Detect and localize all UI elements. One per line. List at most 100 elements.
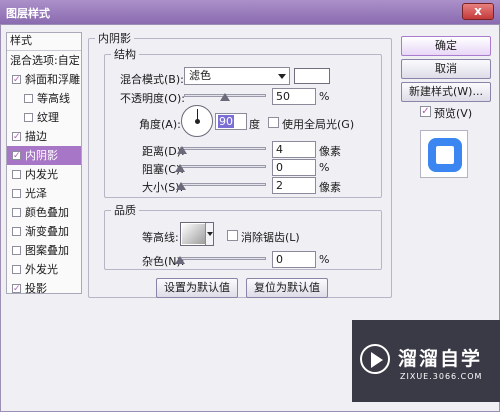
size-slider[interactable] <box>176 181 266 190</box>
antialias-checkbox[interactable] <box>227 230 238 241</box>
style-list-header[interactable]: 样式 <box>7 33 81 51</box>
angle-dial[interactable] <box>181 105 213 137</box>
style-checkbox[interactable] <box>12 265 21 274</box>
angle-unit: 度 <box>249 118 260 131</box>
style-item-drop-shadow[interactable]: ✓ 投影 <box>7 279 81 298</box>
global-light-label: 使用全局光(G) <box>282 118 355 131</box>
preview-shape-inner <box>436 146 454 164</box>
style-item-contour[interactable]: 等高线 <box>7 89 81 108</box>
choke-slider[interactable] <box>175 163 266 172</box>
slider-thumb[interactable] <box>176 182 186 190</box>
choke-unit: % <box>319 161 330 174</box>
play-logo-icon <box>360 344 390 374</box>
style-item-label: 纹理 <box>37 111 59 124</box>
style-item-texture[interactable]: 纹理 <box>7 108 81 127</box>
size-input[interactable]: 2 <box>272 177 316 194</box>
angle-label: 角度(A): <box>139 118 181 131</box>
style-item-blending-options[interactable]: 混合选项:自定 <box>7 51 81 70</box>
opacity-slider[interactable] <box>184 92 266 101</box>
slider-thumb[interactable] <box>177 146 187 154</box>
watermark-url: ZIXUE.3066.COM <box>400 372 483 381</box>
ok-button[interactable]: 确定 <box>401 36 491 56</box>
style-item-label: 内阴影 <box>25 149 58 162</box>
style-item-label: 混合选项:自定 <box>10 54 80 67</box>
title-bar: 图层样式 x <box>0 0 500 24</box>
style-list: 样式 混合选项:自定 ✓ 斜面和浮雕 等高线 纹理 ✓ 描边 ✓ 内阴影 内发光… <box>6 32 82 295</box>
watermark-name: 溜溜自学 <box>398 348 483 370</box>
style-item-satin[interactable]: 光泽 <box>7 184 81 203</box>
style-item-outer-glow[interactable]: 外发光 <box>7 260 81 279</box>
antialias-label: 消除锯齿(L) <box>241 231 300 244</box>
distance-unit: 像素 <box>319 145 341 158</box>
style-checkbox[interactable] <box>12 189 21 198</box>
chevron-down-icon <box>207 232 213 236</box>
style-item-stroke[interactable]: ✓ 描边 <box>7 127 81 146</box>
style-checkbox[interactable] <box>12 208 21 217</box>
style-checkbox[interactable] <box>12 227 21 236</box>
distance-slider[interactable] <box>177 145 266 154</box>
style-item-label: 等高线 <box>37 92 70 105</box>
chevron-down-icon <box>278 74 286 79</box>
style-item-label: 投影 <box>25 282 47 295</box>
style-checkbox[interactable] <box>12 170 21 179</box>
panel-title: 内阴影 <box>98 32 131 45</box>
contour-picker[interactable] <box>180 222 214 246</box>
style-preview <box>420 130 468 178</box>
style-checkbox[interactable] <box>24 113 33 122</box>
size-unit: 像素 <box>319 181 341 194</box>
style-checkbox[interactable]: ✓ <box>12 284 21 294</box>
new-style-button[interactable]: 新建样式(W)... <box>401 82 491 102</box>
blend-mode-label: 混合模式(B): <box>120 73 184 86</box>
style-item-label: 内发光 <box>25 168 58 181</box>
close-button[interactable]: x <box>462 3 494 20</box>
preview-label: 预览(V) <box>434 107 473 120</box>
blend-color-swatch[interactable] <box>294 68 330 84</box>
style-item-gradient-overlay[interactable]: 渐变叠加 <box>7 222 81 241</box>
blend-mode-value: 滤色 <box>189 69 211 82</box>
blend-mode-select[interactable]: 滤色 <box>184 67 290 85</box>
contour-dropdown[interactable] <box>205 223 213 245</box>
style-checkbox[interactable]: ✓ <box>12 75 21 85</box>
choke-input[interactable]: 0 <box>272 159 316 176</box>
noise-slider[interactable] <box>175 255 266 264</box>
noise-unit: % <box>319 253 330 266</box>
style-checkbox[interactable] <box>24 94 33 103</box>
style-item-label: 渐变叠加 <box>25 225 69 238</box>
style-checkbox[interactable]: ✓ <box>12 132 21 142</box>
angle-input[interactable]: 90 <box>215 113 247 130</box>
contour-label: 等高线: <box>142 231 179 244</box>
style-checkbox[interactable]: ✓ <box>12 151 21 161</box>
angle-value: 90 <box>218 115 234 128</box>
opacity-input[interactable]: 50 <box>272 88 316 105</box>
opacity-unit: % <box>319 90 330 103</box>
preview-checkbox[interactable]: ✓ <box>420 106 431 117</box>
slider-thumb[interactable] <box>175 164 185 172</box>
style-item-label: 描边 <box>25 130 47 143</box>
slider-thumb[interactable] <box>220 93 230 101</box>
style-item-inner-glow[interactable]: 内发光 <box>7 165 81 184</box>
style-item-label: 光泽 <box>25 187 47 200</box>
style-item-color-overlay[interactable]: 颜色叠加 <box>7 203 81 222</box>
reset-default-button[interactable]: 复位为默认值 <box>246 278 328 298</box>
style-item-label: 外发光 <box>25 263 58 276</box>
contour-preview <box>182 224 206 244</box>
style-item-bevel-emboss[interactable]: ✓ 斜面和浮雕 <box>7 70 81 89</box>
style-item-inner-shadow[interactable]: ✓ 内阴影 <box>7 146 81 165</box>
style-item-label: 斜面和浮雕 <box>25 73 80 86</box>
global-light-checkbox[interactable] <box>268 117 279 128</box>
style-item-label: 颜色叠加 <box>25 206 69 219</box>
set-default-button[interactable]: 设置为默认值 <box>156 278 238 298</box>
distance-input[interactable]: 4 <box>272 141 316 158</box>
style-item-pattern-overlay[interactable]: 图案叠加 <box>7 241 81 260</box>
structure-title: 结构 <box>114 48 136 61</box>
noise-input[interactable]: 0 <box>272 251 316 268</box>
style-item-label: 图案叠加 <box>25 244 69 257</box>
opacity-label: 不透明度(O): <box>120 92 185 105</box>
angle-dial-center <box>195 119 200 124</box>
cancel-button[interactable]: 取消 <box>401 59 491 79</box>
watermark: 溜溜自学 ZIXUE.3066.COM <box>352 320 500 402</box>
slider-thumb[interactable] <box>175 256 185 264</box>
window-title: 图层样式 <box>6 7 50 20</box>
quality-title: 品质 <box>114 204 136 217</box>
style-checkbox[interactable] <box>12 246 21 255</box>
